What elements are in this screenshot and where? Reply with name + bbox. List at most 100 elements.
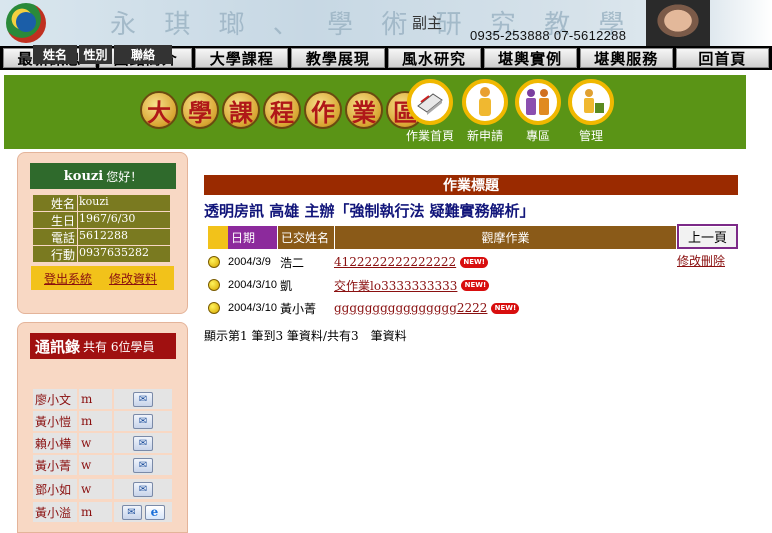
user-field-value: 1967/6/30 — [77, 212, 170, 228]
new-application-button[interactable]: 新申請 — [457, 79, 513, 144]
homework-date: 2004/3/10 — [228, 279, 277, 291]
title-char: 程 — [263, 91, 301, 129]
title-char: 學 — [181, 91, 219, 129]
nav-home[interactable]: 回首頁 — [675, 48, 769, 68]
homework-date: 2004/3/9 — [228, 256, 271, 268]
user-greeting-text: 您好！ — [106, 169, 143, 184]
homework-table-header: 日期 已交姓名 觀摩作業 — [208, 226, 676, 249]
user-field-label: 行動 — [33, 246, 77, 262]
message-icon[interactable]: ✉ — [133, 413, 153, 429]
contact-actions: ✉ — [114, 479, 172, 499]
contacts-count: 共有 6位學員 — [83, 339, 155, 354]
nav-teaching[interactable]: 教學展現 — [291, 48, 385, 68]
contact-gender: w — [79, 455, 112, 475]
nav-services[interactable]: 堪輿服務 — [579, 48, 673, 68]
zone-label: 專區 — [525, 129, 550, 143]
homework-title-link[interactable]: 4122222222222222 — [334, 255, 456, 269]
zone-button[interactable]: 專區 — [510, 79, 566, 144]
contact-gender: m — [79, 502, 112, 522]
contact-actions: ✉ e — [114, 502, 172, 522]
contact-row: 鄧小如 w ✉ — [33, 479, 172, 499]
bullet-icon — [208, 279, 220, 291]
message-icon[interactable]: ✉ — [133, 435, 153, 451]
edit-delete-link[interactable]: 修改刪除 — [677, 252, 725, 269]
user-links-bar: 登出系統 修改資料 — [31, 266, 174, 290]
title-char: 課 — [222, 91, 260, 129]
contact-name[interactable]: 黃小溢 — [33, 502, 77, 522]
homework-area-title: 大 學 課 程 作 業 區 — [140, 91, 424, 129]
contacts-col-gender: 性別 — [79, 45, 112, 64]
homework-title-link[interactable]: gggggggggggggggg2222 — [334, 301, 487, 315]
message-icon[interactable]: ✉ — [121, 504, 142, 520]
contact-gender: w — [79, 479, 112, 499]
user-field-value: 0937635282 — [77, 246, 170, 262]
zone-icon — [515, 79, 561, 125]
contact-row: 黃小菁 w ✉ — [33, 455, 172, 475]
user-field-row: 姓名 kouzi — [33, 195, 170, 211]
col-submitter: 已交姓名 — [278, 226, 334, 249]
manage-button[interactable]: 管理 — [563, 79, 619, 144]
site-logo-icon — [6, 3, 46, 43]
site-banner: 永 琪 瑯 、 學 術 研 究 教 學 副主 0935-253888 07-56… — [0, 0, 772, 46]
contact-name[interactable]: 廖小文 — [33, 389, 77, 409]
user-field-row: 生日 1967/6/30 — [33, 212, 170, 228]
contact-gender: m — [79, 389, 112, 409]
homework-home-label: 作業首頁 — [405, 129, 454, 143]
contact-actions: ✉ — [114, 389, 172, 409]
contact-actions: ✉ — [114, 411, 172, 431]
pagination-summary: 顯示第1 筆到3 筆資料/共有3 筆資料 — [204, 329, 407, 343]
homework-row: 2004/3/10 黃小菁 gggggggggggggggg2222 NEW! — [208, 298, 520, 318]
user-field-label: 姓名 — [33, 195, 77, 211]
contact-name[interactable]: 賴小樺 — [33, 433, 77, 453]
user-field-value: kouzi — [77, 195, 170, 211]
homework-row: 2004/3/10 凱 交作業lo3333333333 NEW! — [208, 275, 490, 295]
col-view-homework: 觀摩作業 — [335, 226, 676, 249]
manage-icon — [568, 79, 614, 125]
bullet-icon — [208, 302, 220, 314]
header-spacer — [208, 226, 228, 249]
homework-date: 2004/3/10 — [228, 302, 277, 314]
new-badge-icon: NEW! — [460, 256, 489, 268]
homework-home-button[interactable]: 作業首頁 — [402, 79, 458, 144]
new-application-icon — [462, 79, 508, 125]
user-name: kouzi — [63, 168, 104, 184]
contact-name[interactable]: 黃小愷 — [33, 411, 77, 431]
contact-gender: m — [79, 411, 112, 431]
homepage-browser-icon[interactable]: e — [144, 504, 165, 520]
teacher-portrait-image — [646, 0, 710, 46]
edit-profile-link[interactable]: 修改資料 — [109, 270, 157, 287]
message-icon[interactable]: ✉ — [133, 481, 153, 497]
contact-name[interactable]: 鄧小如 — [33, 479, 77, 499]
banner-fade — [710, 0, 772, 46]
new-application-label: 新申請 — [466, 129, 503, 143]
homework-submitter: 浩二 — [280, 255, 305, 270]
new-badge-icon: NEW! — [461, 279, 490, 291]
title-char: 作 — [304, 91, 342, 129]
banner-subtitle: 副主 — [412, 14, 443, 32]
contact-row: 黃小溢 m ✉ e — [33, 502, 172, 522]
contacts-header: 通訊錄 共有 6位學員 — [30, 333, 176, 359]
contacts-col-name: 姓名 — [33, 45, 77, 64]
user-field-label: 生日 — [33, 212, 77, 228]
contact-gender: w — [79, 433, 112, 453]
nav-university-courses[interactable]: 大學課程 — [195, 48, 289, 68]
section-title: 作業標題 — [204, 175, 738, 195]
back-button[interactable]: 上一頁 — [677, 224, 738, 249]
contact-row: 黃小愷 m ✉ — [33, 411, 172, 431]
homework-submitter: 黃小菁 — [280, 301, 317, 316]
homework-area-header: 大 學 課 程 作 業 區 作業首頁 新申請 專區 管理 — [4, 75, 746, 149]
message-icon[interactable]: ✉ — [133, 391, 153, 407]
homework-title-link[interactable]: 交作業lo3333333333 — [334, 277, 457, 294]
manage-label: 管理 — [578, 129, 603, 143]
message-icon[interactable]: ✉ — [133, 457, 153, 473]
contact-name[interactable]: 黃小菁 — [33, 455, 77, 475]
nav-fengshui-research[interactable]: 風水研究 — [387, 48, 481, 68]
title-char: 業 — [345, 91, 383, 129]
user-field-row: 電話 5612288 — [33, 229, 170, 245]
logout-link[interactable]: 登出系統 — [44, 270, 92, 287]
col-date: 日期 — [228, 226, 277, 249]
nav-cases[interactable]: 堪輿實例 — [483, 48, 577, 68]
contacts-title: 通訊錄 — [35, 337, 81, 356]
contact-actions: ✉ — [114, 455, 172, 475]
bullet-icon — [208, 256, 220, 268]
